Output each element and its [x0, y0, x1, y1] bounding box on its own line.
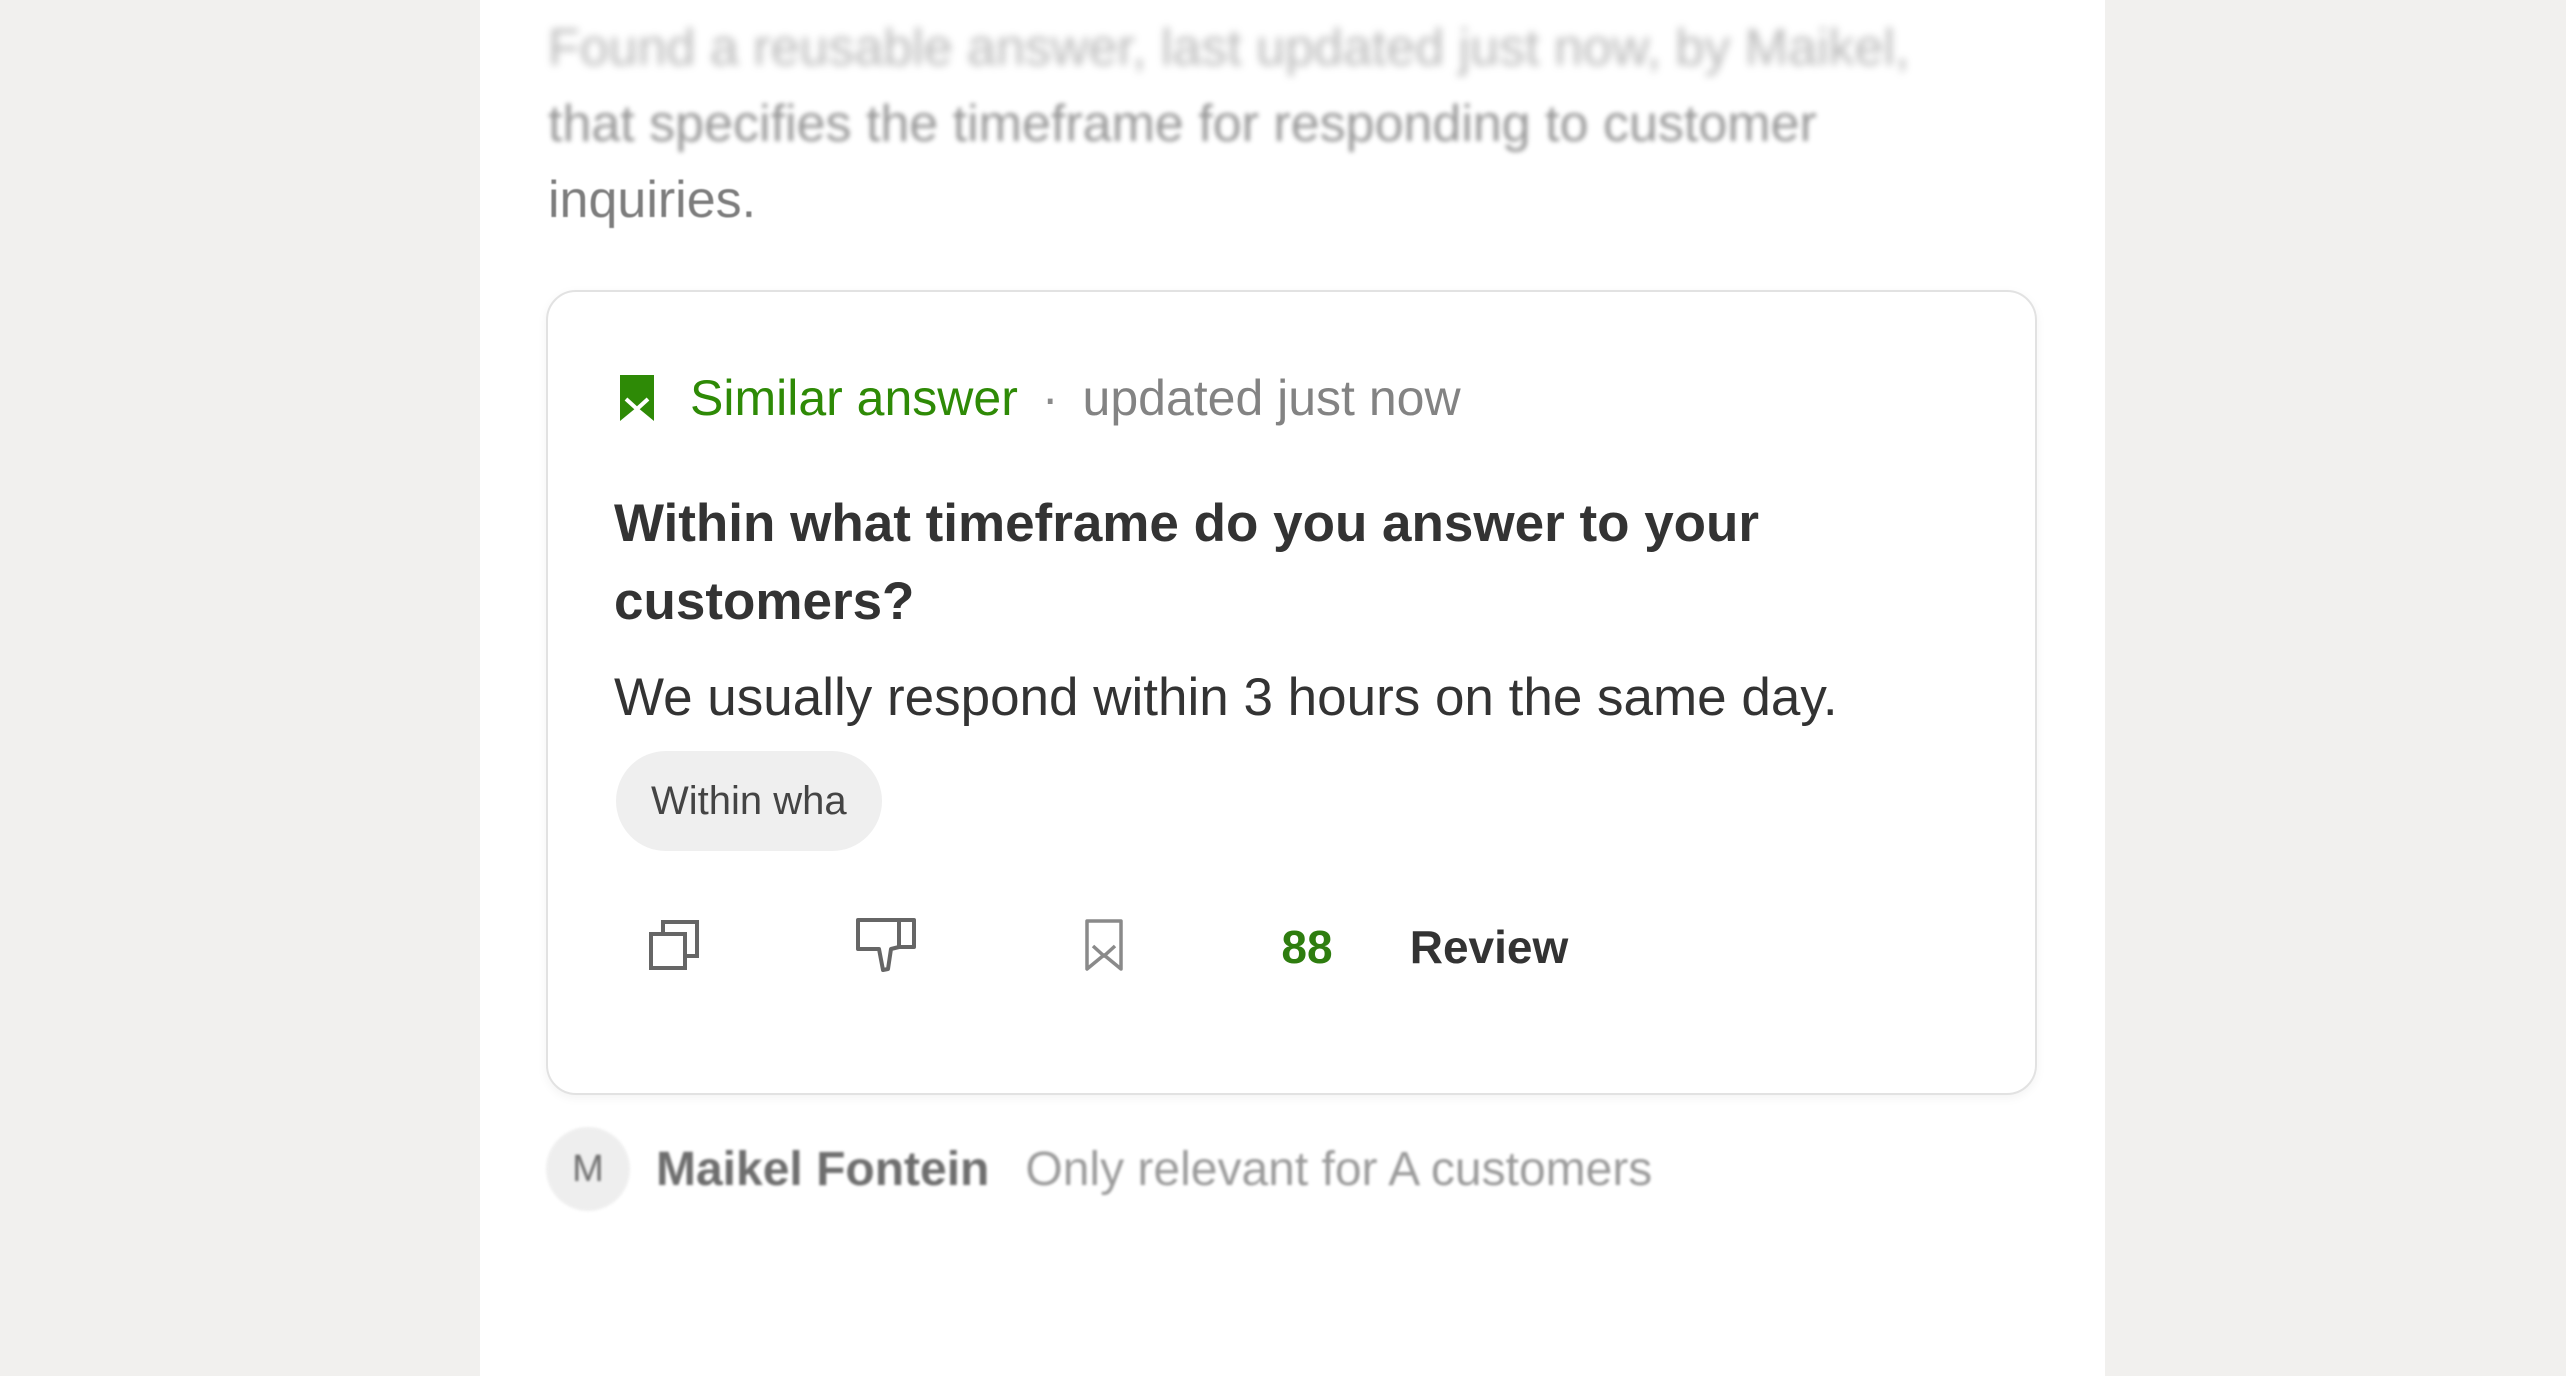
answer-question: Within what timeframe do you answer to y… — [614, 494, 1760, 631]
similar-answer-label: Similar answer — [690, 370, 1018, 426]
answer-text: We usually respond within 3 hours on the… — [614, 668, 1838, 727]
dislike-button[interactable] — [846, 912, 926, 982]
match-score-value: 88 — [1281, 921, 1333, 973]
intro-text: Found a reusable answer, last updated ju… — [548, 10, 2028, 238]
save-answer-button[interactable] — [1064, 912, 1144, 982]
review-button-label: Review — [1409, 921, 1569, 973]
intro-line-3: inquiries. — [548, 171, 757, 229]
comment-note: Only relevant for A customers — [1025, 1142, 1653, 1196]
header-separator: · — [1041, 370, 1059, 426]
comment-footer: M Maikel Fontein Only relevant for A cus… — [546, 1127, 1652, 1211]
copy-icon — [647, 918, 701, 977]
card-header: Similar answer · updated just now — [618, 362, 1461, 434]
intro-line-1: Found a reusable answer, last updated ju… — [548, 19, 1910, 77]
card-actions: 88 Review — [548, 912, 2035, 982]
author-name: Maikel Fontein — [656, 1142, 990, 1196]
review-button[interactable]: Review — [1404, 912, 1574, 982]
intro-line-2: that specifies the timeframe for respond… — [548, 95, 1817, 153]
match-score: 88 — [1262, 912, 1352, 982]
source-chip-label: Within wha — [651, 778, 847, 823]
thumbs-down-icon — [855, 917, 917, 978]
avatar-initial: M — [572, 1147, 604, 1190]
avatar: M — [546, 1127, 630, 1211]
similar-answer-card: Similar answer · updated just now Within… — [546, 290, 2037, 1095]
source-chip[interactable]: Within wha — [616, 751, 882, 851]
copy-button[interactable] — [634, 912, 714, 982]
updated-timestamp: updated just now — [1082, 370, 1461, 426]
bookmark-filled-icon — [618, 373, 656, 423]
bookmark-outline-icon — [1084, 918, 1124, 977]
